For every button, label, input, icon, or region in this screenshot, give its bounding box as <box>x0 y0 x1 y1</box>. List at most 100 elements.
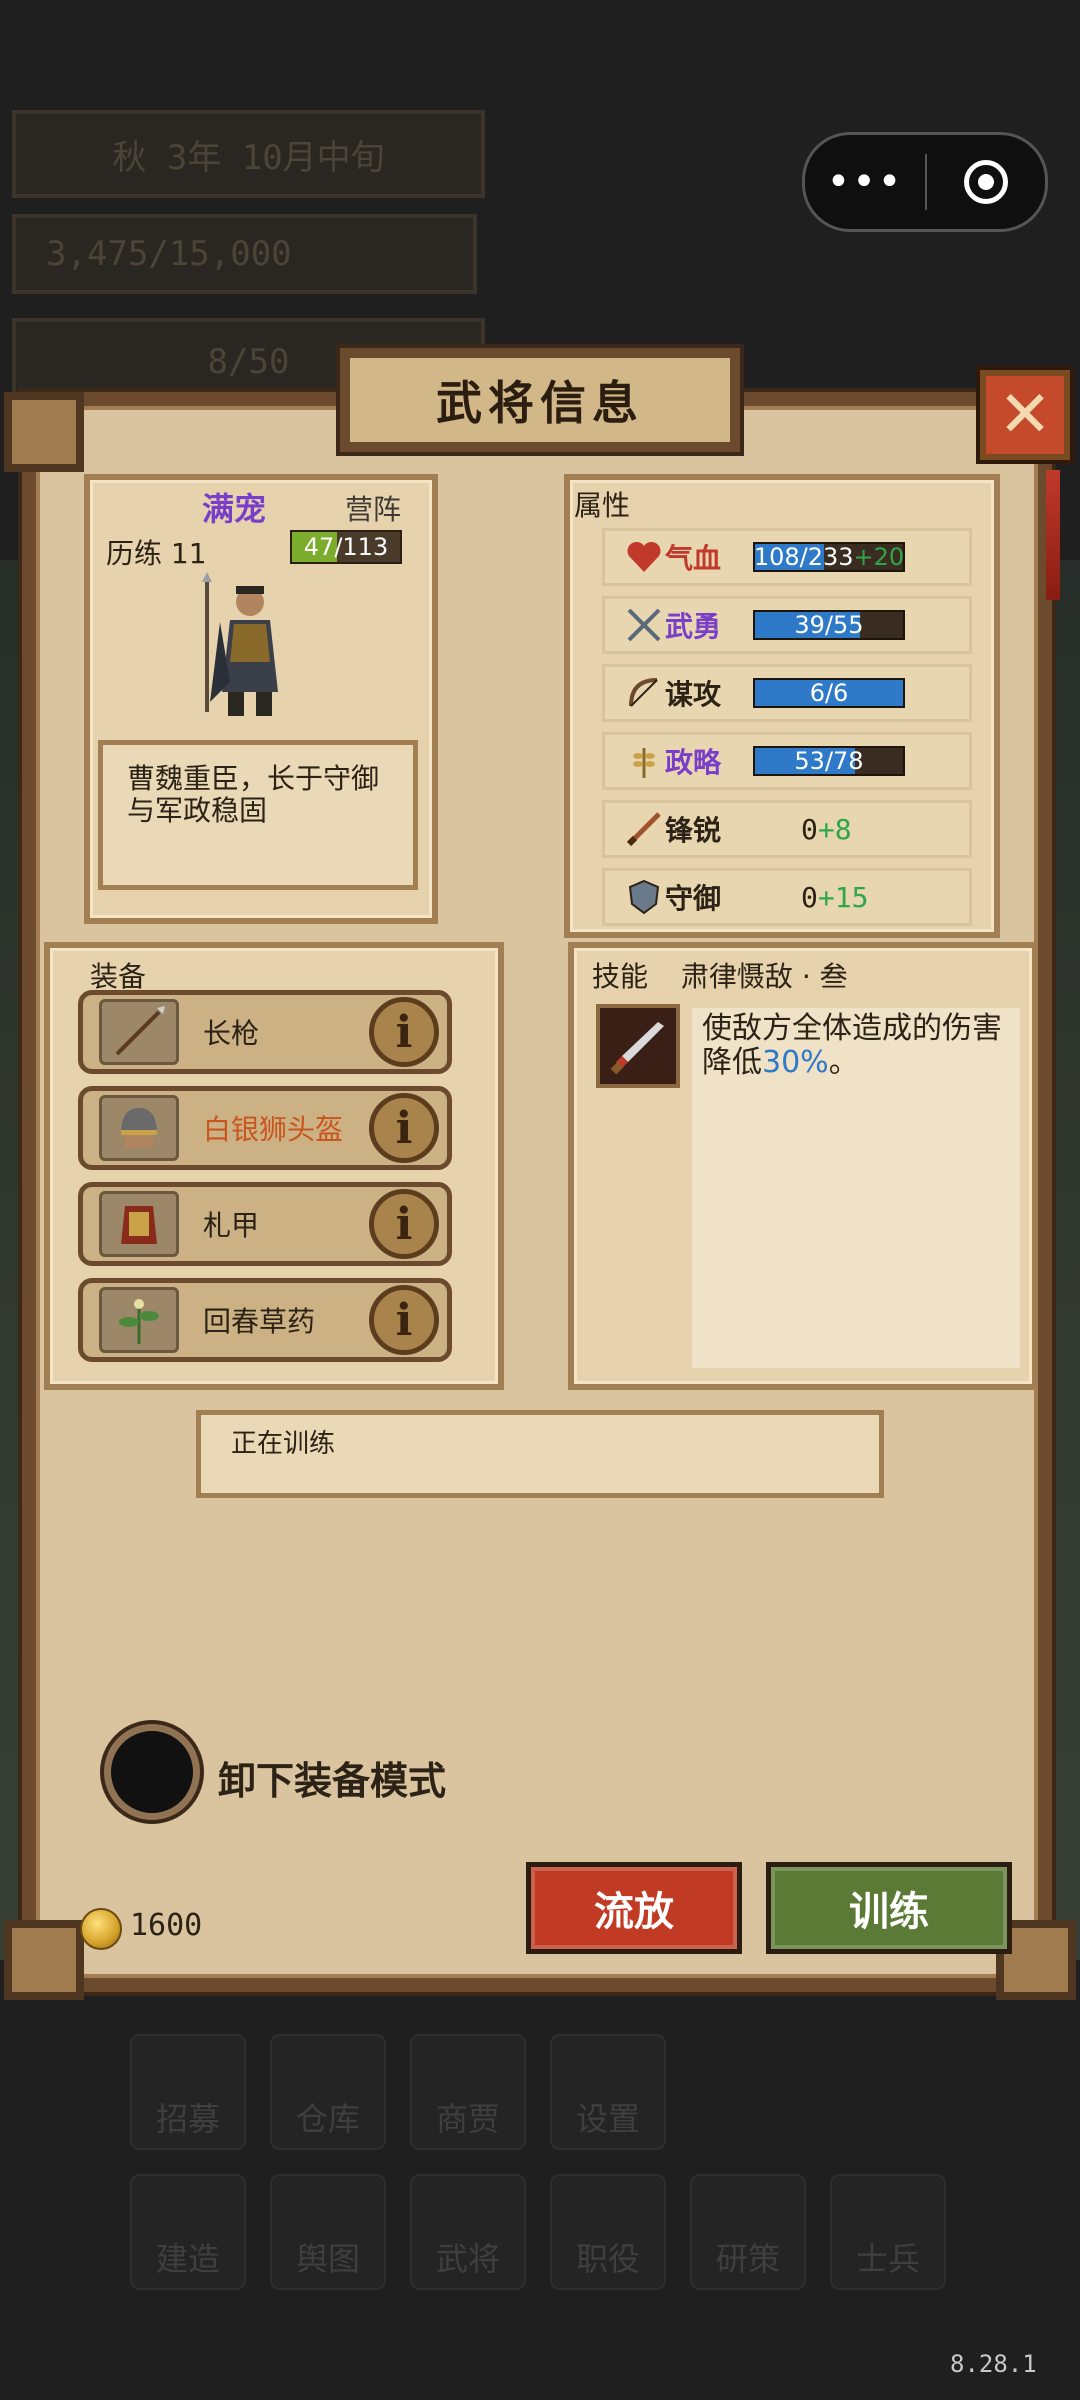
menu-item: 研策 <box>690 2174 806 2290</box>
menu-item-label: 研策 <box>715 2240 780 2278</box>
menu-item-label: 商贾 <box>435 2100 500 2138</box>
menu-item-label: 职役 <box>575 2240 640 2278</box>
more-button[interactable]: ••• <box>805 159 925 205</box>
equipment-item[interactable]: 回春草药 i <box>78 1278 452 1362</box>
bow-icon <box>623 672 665 714</box>
menu-item: 设置 <box>550 2034 666 2150</box>
gold-text: 3,475/15,000 <box>46 234 292 274</box>
equipment-name: 白银狮头盔 <box>203 1113 344 1146</box>
spear-icon <box>99 999 179 1065</box>
armor-icon <box>99 1191 179 1257</box>
general-camp: 营阵 <box>345 493 402 526</box>
attribute-bar-text: 6/6 <box>755 679 903 707</box>
equipment-name: 长枪 <box>203 1017 260 1050</box>
experience-value: 47/113 <box>303 533 389 561</box>
coin-amount: 1600 <box>130 1908 203 1943</box>
info-button[interactable]: i <box>369 1285 439 1355</box>
attribute-row: 锋锐 0+8 <box>602 800 972 858</box>
menu-item: 职役 <box>550 2174 666 2290</box>
attribute-row: 气血 108/233 +20 <box>602 528 972 586</box>
version-label: 8.28.1 <box>950 2350 1037 2378</box>
menu-item: 仓库 <box>270 2034 386 2150</box>
train-button[interactable]: 训练 <box>766 1862 1012 1954</box>
unequip-mode-label: 卸下装备模式 <box>218 1759 447 1803</box>
equipment-name: 札甲 <box>203 1209 260 1242</box>
close-button[interactable]: ✕ <box>980 370 1070 460</box>
attribute-name: 政略 <box>665 746 722 779</box>
attribute-name: 气血 <box>665 542 722 575</box>
tassel-decoration <box>1046 470 1060 600</box>
general-portrait <box>202 572 278 716</box>
attribute-value: 0 <box>801 812 818 846</box>
menu-item: 舆图 <box>270 2174 386 2290</box>
season-display: 秋 3年 10月中旬 <box>12 110 485 198</box>
season-text: 秋 3年 10月中旬 <box>112 137 385 178</box>
info-button[interactable]: i <box>369 1093 439 1163</box>
skill-icon <box>596 1004 680 1088</box>
attributes-title: 属性 <box>574 489 631 522</box>
coin-icon <box>80 1908 122 1950</box>
experience-label: 历练 11 <box>106 537 207 570</box>
attribute-row: 守御 0+15 <box>602 868 972 926</box>
menu-item: 武将 <box>410 2174 526 2290</box>
attribute-bar: 53/78 <box>753 746 905 776</box>
general-description: 曹魏重臣，长于守御与军政稳固 <box>98 740 418 890</box>
equipment-item[interactable]: 长枪 i <box>78 990 452 1074</box>
sword-icon <box>623 808 665 850</box>
menu-item-label: 设置 <box>575 2100 640 2138</box>
attribute-name: 武勇 <box>665 610 722 643</box>
swords-icon <box>623 604 665 646</box>
attribute-bonus: +15 <box>817 880 869 914</box>
menu-item-label: 舆图 <box>295 2240 360 2278</box>
corner-ornament <box>4 1920 84 2000</box>
training-status: 正在训练 <box>196 1410 884 1498</box>
menu-item-label: 仓库 <box>295 2100 360 2138</box>
attribute-bar-text: 53/78 <box>755 747 903 775</box>
exile-button[interactable]: 流放 <box>526 1862 742 1954</box>
gold-display: 3,475/15,000 <box>12 214 477 294</box>
attribute-bar: 108/233 +20 <box>753 542 905 572</box>
menu-item: 招募 <box>130 2034 246 2150</box>
herb-icon <box>99 1287 179 1353</box>
skill-desc-value: 30% <box>762 1045 829 1080</box>
attribute-value: 39/55 <box>794 611 864 639</box>
skill-description: 使敌方全体造成的伤害降低30%。 <box>692 1008 1020 1368</box>
info-button[interactable]: i <box>369 1189 439 1259</box>
experience-bar: 47/113 <box>290 530 402 564</box>
skill-desc-end: 。 <box>828 1045 859 1080</box>
attribute-name: 谋攻 <box>665 678 722 711</box>
attribute-value: 53/78 <box>794 747 864 775</box>
attribute-name: 锋锐 <box>665 814 722 847</box>
troop-text: 8/50 <box>207 342 290 382</box>
attribute-value-text: 0+15 <box>801 881 868 914</box>
unequip-mode-toggle[interactable] <box>104 1724 200 1820</box>
shield-icon <box>623 876 665 918</box>
target-icon <box>964 160 1008 204</box>
attribute-row: 武勇 39/55 <box>602 596 972 654</box>
attribute-row: 谋攻 6/6 <box>602 664 972 722</box>
mini-program-capsule: ••• <box>802 132 1048 232</box>
info-button[interactable]: i <box>369 997 439 1067</box>
skill-header: 技能 肃律慑敌 · 叁 <box>592 955 848 995</box>
attribute-bonus: +8 <box>817 812 852 846</box>
menu-item: 建造 <box>130 2174 246 2290</box>
attribute-bar: 6/6 <box>753 678 905 708</box>
close-miniprogram-button[interactable] <box>927 160 1045 204</box>
dagger-icon <box>610 1022 664 1075</box>
attribute-bar-text: 39/55 <box>755 611 903 639</box>
menu-item: 商贾 <box>410 2034 526 2150</box>
menu-item: 士兵 <box>830 2174 946 2290</box>
attribute-bar: 39/55 <box>753 610 905 640</box>
skill-label: 技能 <box>592 960 649 993</box>
equipment-title: 装备 <box>90 960 147 993</box>
equipment-item[interactable]: 白银狮头盔 i <box>78 1086 452 1170</box>
equipment-item[interactable]: 札甲 i <box>78 1182 452 1266</box>
attribute-value-text: 0+8 <box>801 813 852 846</box>
helmet-icon <box>99 1095 179 1161</box>
corner-ornament <box>4 392 84 472</box>
menu-item-label: 招募 <box>155 2100 220 2138</box>
attribute-bonus: +20 <box>853 543 905 571</box>
heart-icon <box>623 536 665 578</box>
general-name: 满宠 <box>202 490 267 528</box>
close-icon: ✕ <box>998 378 1052 452</box>
